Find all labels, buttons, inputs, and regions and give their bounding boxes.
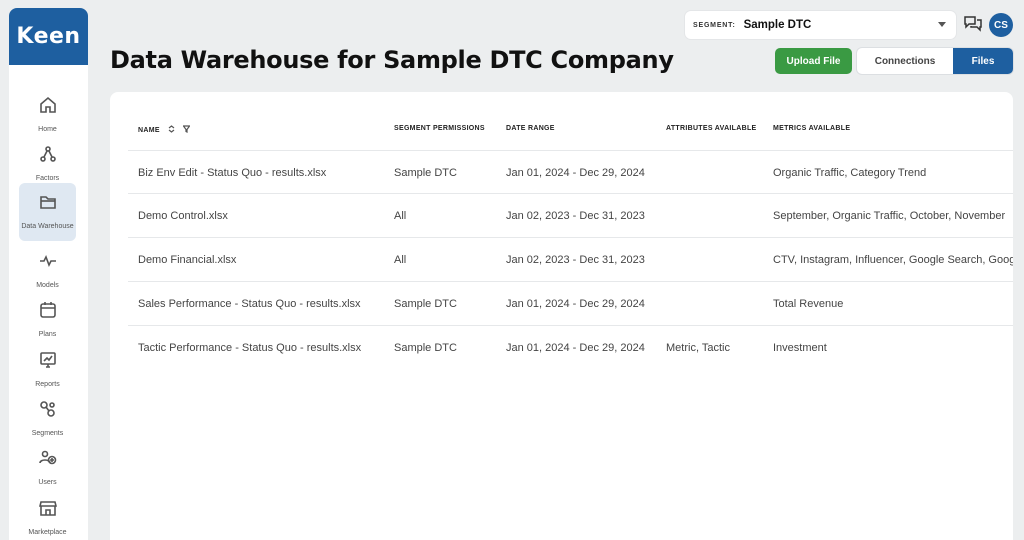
cell-name[interactable]: Demo Financial.xlsx <box>138 238 388 282</box>
folder-icon <box>39 193 57 216</box>
cell-permissions: Sample DTC <box>394 167 457 179</box>
cell-metrics: September, Organic Traffic, October, Nov… <box>773 210 1006 222</box>
cell-metrics: Organic Traffic, Category Trend <box>773 167 927 179</box>
segments-icon <box>39 400 57 423</box>
chart-icon <box>39 351 57 374</box>
segment-selector[interactable]: SEGMENT: Sample DTC <box>685 11 956 39</box>
column-header-date-range: DATE RANGE <box>506 125 555 132</box>
chat-icon[interactable] <box>963 15 983 33</box>
column-header-attributes: ATTRIBUTES AVAILABLE <box>666 125 757 132</box>
filter-icon[interactable] <box>182 125 191 135</box>
home-icon <box>39 96 57 119</box>
sidebar-item-label: Users <box>38 479 57 486</box>
table-row[interactable]: Demo Financial.xlsx All Jan 02, 2023 - D… <box>128 238 1013 282</box>
cell-attributes: Metric, Tactic <box>666 342 730 354</box>
sidebar-item-label: Reports <box>35 381 60 388</box>
cell-date-range: Jan 01, 2024 - Dec 29, 2024 <box>506 342 645 354</box>
cell-name[interactable]: Sales Performance - Status Quo - results… <box>138 282 388 326</box>
cell-permissions: Sample DTC <box>394 342 457 354</box>
avatar[interactable]: CS <box>989 13 1013 37</box>
view-toggle: Connections Files <box>857 48 1013 74</box>
cell-name[interactable]: Demo Control.xlsx <box>138 194 388 238</box>
column-header-metrics: METRICS AVAILABLE <box>773 125 851 132</box>
keen-logo[interactable]: Keen <box>9 8 88 65</box>
tab-files[interactable]: Files <box>953 48 1013 74</box>
sidebar-item-label: Factors <box>35 175 60 182</box>
sort-icon[interactable] <box>168 125 175 135</box>
sidebar-item-data-warehouse[interactable]: Data Warehouse <box>19 183 76 241</box>
upload-file-button[interactable]: Upload File <box>775 48 852 74</box>
sidebar-item-marketplace[interactable]: Marketplace <box>19 489 76 540</box>
column-header-label: NAME <box>138 126 160 134</box>
segment-value: Sample DTC <box>743 19 812 31</box>
sidebar-item-label: Models <box>36 282 59 289</box>
sidebar-item-label: Segments <box>31 430 64 437</box>
table-row[interactable]: Sales Performance - Status Quo - results… <box>128 282 1013 326</box>
store-icon <box>38 499 57 522</box>
cell-attributes <box>666 282 771 326</box>
column-header-name[interactable]: NAME <box>138 125 191 135</box>
cell-attributes <box>666 194 771 238</box>
sidebar-item-label: Marketplace <box>28 529 67 536</box>
segment-label: SEGMENT: <box>693 21 736 29</box>
factors-icon <box>39 145 57 168</box>
cell-permissions: All <box>394 254 407 266</box>
table-row[interactable]: Demo Control.xlsx All Jan 02, 2023 - Dec… <box>128 194 1013 238</box>
cell-permissions: Sample DTC <box>394 298 457 310</box>
cell-name[interactable]: Tactic Performance - Status Quo - result… <box>138 326 388 370</box>
cell-metrics: CTV, Instagram, Influencer, Google Searc… <box>773 254 1013 266</box>
sidebar-item-label: Plans <box>38 331 57 338</box>
chevron-down-icon <box>938 22 946 27</box>
cell-date-range: Jan 01, 2024 - Dec 29, 2024 <box>506 298 645 310</box>
cell-attributes <box>666 238 771 282</box>
cell-name[interactable]: Biz Env Edit - Status Quo - results.xlsx <box>138 151 388 195</box>
sidebar-item-label: Home <box>38 126 57 133</box>
cell-metrics: Total Revenue <box>773 298 844 310</box>
tab-connections[interactable]: Connections <box>857 48 953 74</box>
pulse-icon <box>39 252 57 275</box>
cell-permissions: All <box>394 210 407 222</box>
cell-date-range: Jan 01, 2024 - Dec 29, 2024 <box>506 167 645 179</box>
cell-metrics: Investment <box>773 342 827 354</box>
table-row[interactable]: Biz Env Edit - Status Quo - results.xlsx… <box>128 150 1013 194</box>
files-table: NAME SEGMENT PERMISSIONS DATE RANGE ATTR… <box>110 92 1013 540</box>
sidebar: Keen Home Factors Data Warehouse Models … <box>9 8 88 540</box>
cell-date-range: Jan 02, 2023 - Dec 31, 2023 <box>506 254 645 266</box>
sidebar-item-label: Data Warehouse <box>21 223 74 230</box>
users-icon <box>38 449 57 472</box>
page-title: Data Warehouse for Sample DTC Company <box>110 46 674 74</box>
column-header-permissions: SEGMENT PERMISSIONS <box>394 125 485 132</box>
cell-date-range: Jan 02, 2023 - Dec 31, 2023 <box>506 210 645 222</box>
calendar-icon <box>39 301 57 324</box>
table-row[interactable]: Tactic Performance - Status Quo - result… <box>128 326 1013 370</box>
cell-attributes <box>666 151 771 195</box>
